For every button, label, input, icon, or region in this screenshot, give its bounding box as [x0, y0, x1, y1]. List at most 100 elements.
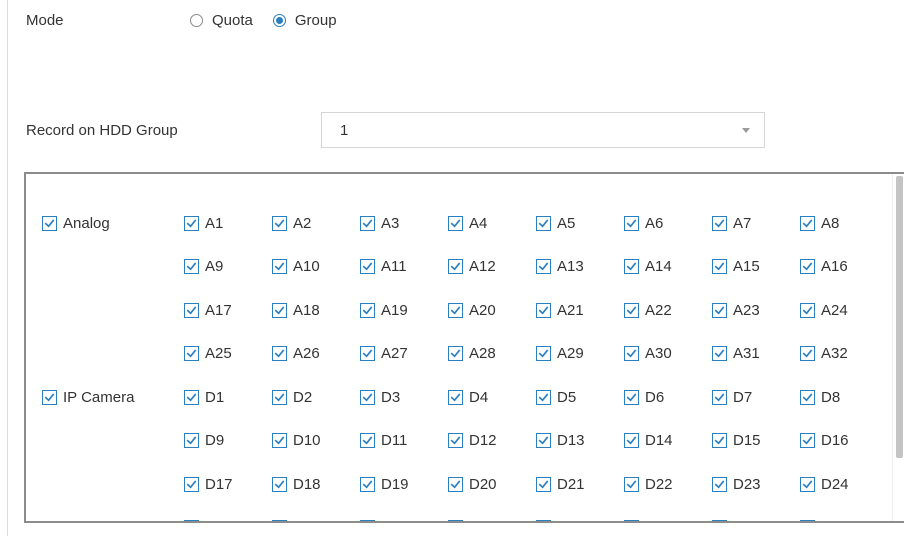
group-checkbox-ip-camera[interactable]: IP Camera [42, 387, 134, 407]
channel-checkbox-a22[interactable]: A22 [624, 300, 672, 320]
checkbox-checked-icon[interactable] [272, 302, 287, 318]
checkbox-checked-icon[interactable] [536, 389, 551, 405]
checkbox-checked-icon[interactable] [184, 215, 199, 231]
checkbox-checked-icon[interactable] [184, 476, 199, 492]
checkbox-checked-icon[interactable] [184, 302, 199, 318]
channel-checkbox-a27[interactable]: A27 [360, 344, 408, 364]
channel-checkbox-a18[interactable]: A18 [272, 300, 320, 320]
scrollbar[interactable] [892, 174, 904, 521]
checkbox-checked-icon[interactable] [800, 346, 815, 361]
channel-checkbox-a4[interactable]: A4 [448, 213, 487, 233]
channel-checkbox-d23[interactable]: D23 [712, 474, 761, 494]
channel-checkbox-a19[interactable]: A19 [360, 300, 408, 320]
channel-checkbox-d25[interactable]: D25 [184, 518, 233, 521]
checkbox-checked-icon[interactable] [272, 520, 287, 521]
channel-checkbox-a5[interactable]: A5 [536, 213, 575, 233]
channel-checkbox-d8[interactable]: D8 [800, 387, 840, 407]
checkbox-checked-icon[interactable] [42, 215, 57, 231]
checkbox-checked-icon[interactable] [712, 259, 727, 274]
channel-checkbox-a11[interactable]: A11 [360, 257, 407, 277]
channel-checkbox-a13[interactable]: A13 [536, 257, 584, 277]
checkbox-checked-icon[interactable] [448, 215, 463, 231]
channel-checkbox-d7[interactable]: D7 [712, 387, 752, 407]
checkbox-checked-icon[interactable] [448, 476, 463, 492]
checkbox-checked-icon[interactable] [184, 520, 199, 521]
channel-checkbox-d6[interactable]: D6 [624, 387, 664, 407]
channel-checkbox-a1[interactable]: A1 [184, 213, 223, 233]
checkbox-checked-icon[interactable] [624, 259, 639, 274]
channel-checkbox-a30[interactable]: A30 [624, 344, 672, 364]
channel-checkbox-d20[interactable]: D20 [448, 474, 497, 494]
checkbox-checked-icon[interactable] [272, 433, 287, 448]
checkbox-checked-icon[interactable] [624, 389, 639, 405]
checkbox-checked-icon[interactable] [448, 520, 463, 521]
checkbox-checked-icon[interactable] [800, 433, 815, 448]
checkbox-checked-icon[interactable] [536, 259, 551, 274]
checkbox-checked-icon[interactable] [624, 520, 639, 521]
checkbox-checked-icon[interactable] [712, 346, 727, 361]
channel-checkbox-a17[interactable]: A17 [184, 300, 232, 320]
channel-checkbox-d19[interactable]: D19 [360, 474, 409, 494]
checkbox-checked-icon[interactable] [800, 215, 815, 231]
checkbox-checked-icon[interactable] [360, 302, 375, 318]
channel-checkbox-d28[interactable]: D28 [448, 518, 497, 521]
checkbox-checked-icon[interactable] [272, 259, 287, 274]
scrollbar-thumb[interactable] [896, 176, 903, 458]
checkbox-checked-icon[interactable] [800, 302, 815, 318]
channel-checkbox-a23[interactable]: A23 [712, 300, 760, 320]
channel-checkbox-d32[interactable]: D32 [800, 518, 849, 521]
quota-radio[interactable] [190, 13, 203, 27]
group-checkbox-analog[interactable]: Analog [42, 213, 110, 233]
checkbox-checked-icon[interactable] [624, 346, 639, 361]
channel-checkbox-a7[interactable]: A7 [712, 213, 751, 233]
checkbox-checked-icon[interactable] [184, 433, 199, 448]
channel-checkbox-a26[interactable]: A26 [272, 344, 320, 364]
channel-checkbox-a14[interactable]: A14 [624, 257, 672, 277]
checkbox-checked-icon[interactable] [624, 433, 639, 448]
checkbox-checked-icon[interactable] [712, 476, 727, 492]
channel-checkbox-d10[interactable]: D10 [272, 431, 321, 451]
channel-checkbox-a12[interactable]: A12 [448, 257, 496, 277]
checkbox-checked-icon[interactable] [272, 346, 287, 361]
checkbox-checked-icon[interactable] [448, 302, 463, 318]
checkbox-checked-icon[interactable] [800, 476, 815, 492]
checkbox-checked-icon[interactable] [42, 389, 57, 405]
checkbox-checked-icon[interactable] [448, 259, 463, 274]
checkbox-checked-icon[interactable] [448, 433, 463, 448]
channel-checkbox-a10[interactable]: A10 [272, 257, 320, 277]
checkbox-checked-icon[interactable] [536, 476, 551, 492]
channel-checkbox-a32[interactable]: A32 [800, 344, 848, 364]
channel-checkbox-d16[interactable]: D16 [800, 431, 849, 451]
channel-checkbox-d30[interactable]: D30 [624, 518, 673, 521]
channel-checkbox-a15[interactable]: A15 [712, 257, 760, 277]
channel-checkbox-a9[interactable]: A9 [184, 257, 223, 277]
checkbox-checked-icon[interactable] [624, 302, 639, 318]
channel-checkbox-d3[interactable]: D3 [360, 387, 400, 407]
checkbox-checked-icon[interactable] [360, 476, 375, 492]
checkbox-checked-icon[interactable] [712, 389, 727, 405]
checkbox-checked-icon[interactable] [360, 346, 375, 361]
checkbox-checked-icon[interactable] [272, 476, 287, 492]
checkbox-checked-icon[interactable] [712, 520, 727, 521]
channel-checkbox-d22[interactable]: D22 [624, 474, 673, 494]
hdd-group-select[interactable]: 1 [321, 112, 765, 148]
checkbox-checked-icon[interactable] [712, 302, 727, 318]
channel-checkbox-d17[interactable]: D17 [184, 474, 233, 494]
channel-checkbox-d21[interactable]: D21 [536, 474, 585, 494]
channel-checkbox-a29[interactable]: A29 [536, 344, 584, 364]
checkbox-checked-icon[interactable] [536, 215, 551, 231]
checkbox-checked-icon[interactable] [536, 520, 551, 521]
channel-checkbox-d9[interactable]: D9 [184, 431, 224, 451]
channel-checkbox-d13[interactable]: D13 [536, 431, 585, 451]
checkbox-checked-icon[interactable] [536, 302, 551, 318]
checkbox-checked-icon[interactable] [712, 433, 727, 448]
checkbox-checked-icon[interactable] [360, 520, 375, 521]
channel-checkbox-d18[interactable]: D18 [272, 474, 321, 494]
checkbox-checked-icon[interactable] [184, 389, 199, 405]
checkbox-checked-icon[interactable] [184, 346, 199, 361]
channel-checkbox-a24[interactable]: A24 [800, 300, 848, 320]
channel-checkbox-d11[interactable]: D11 [360, 431, 407, 451]
channel-checkbox-a16[interactable]: A16 [800, 257, 848, 277]
channel-checkbox-a20[interactable]: A20 [448, 300, 496, 320]
channel-checkbox-d27[interactable]: D27 [360, 518, 409, 521]
